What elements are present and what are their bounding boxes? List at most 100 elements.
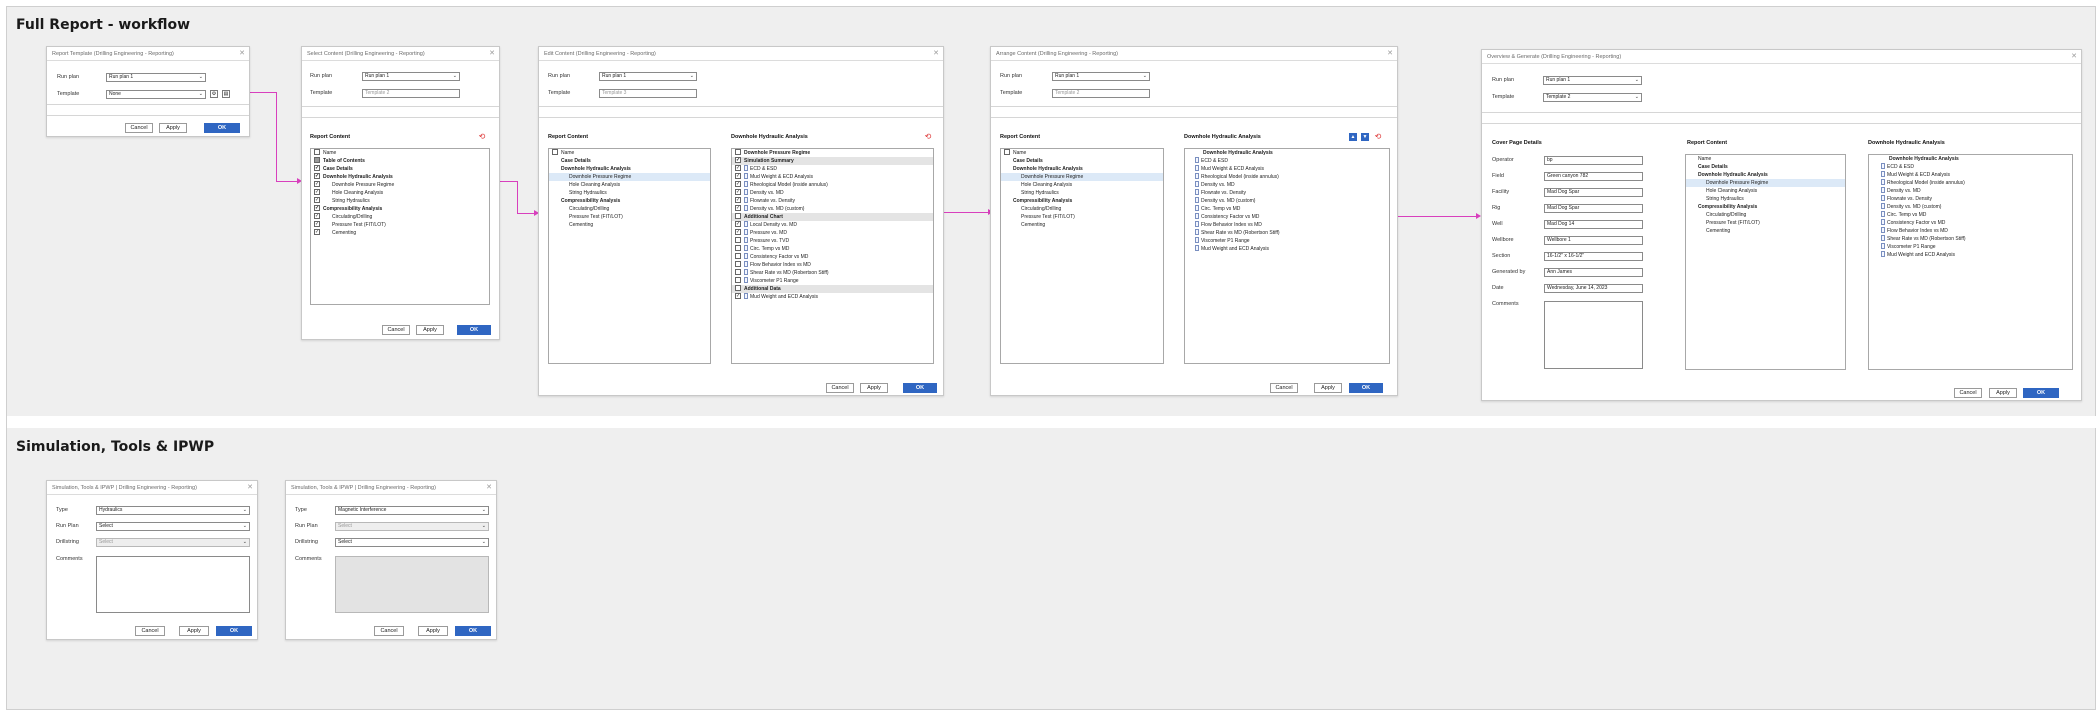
close-icon[interactable]: ✕ <box>489 49 495 59</box>
list-item[interactable]: Local Density vs. MD <box>732 221 933 229</box>
cancel-button[interactable]: Cancel <box>826 383 854 393</box>
list-item[interactable]: Pressure vs. TVD <box>732 237 933 245</box>
tree-item[interactable]: Cementing <box>1686 227 1845 235</box>
reset-icon[interactable]: ⟲ <box>924 133 932 141</box>
checkbox[interactable] <box>735 229 741 236</box>
template-input[interactable]: Template 3 <box>599 89 697 98</box>
list-item[interactable]: Flow Behavior Index vs MD <box>732 261 933 269</box>
tree-item-selected[interactable]: Downhole Pressure Regime <box>1686 179 1845 187</box>
checkbox[interactable] <box>314 213 320 220</box>
ok-button[interactable]: OK <box>903 383 937 393</box>
drillstring-select[interactable]: Select ⌄ <box>335 538 489 547</box>
checkbox[interactable] <box>314 221 320 228</box>
template-input[interactable]: Template 2 <box>1052 89 1150 98</box>
tree-item[interactable]: Compressibility Analysis <box>1001 197 1163 205</box>
list-item[interactable]: Mud Weight & ECD Analysis <box>732 173 933 181</box>
checkbox[interactable] <box>735 285 741 292</box>
list-item[interactable]: Flow Behavior Index vs MD <box>1869 227 2072 235</box>
checkbox[interactable] <box>735 149 741 156</box>
tree-item[interactable]: Hole Cleaning Analysis <box>311 189 489 197</box>
apply-button[interactable]: Apply <box>179 626 209 636</box>
checkbox[interactable] <box>314 165 320 172</box>
tree-item[interactable]: Pressure Test (FIT/LOT) <box>1001 213 1163 221</box>
list-item[interactable]: Circ. Temp vs MD <box>732 245 933 253</box>
checkbox[interactable] <box>735 197 741 204</box>
checkbox[interactable] <box>735 189 741 196</box>
list-item[interactable]: Viscometer P1 Range <box>1185 237 1389 245</box>
list-item[interactable]: Rheological Model (inside annulus) <box>732 181 933 189</box>
close-icon[interactable]: ✕ <box>933 49 939 59</box>
tree-item[interactable]: Case Details <box>1001 157 1163 165</box>
list-item[interactable]: Flowrate vs. Density <box>1869 195 2072 203</box>
run-plan-select[interactable]: Run plan 1 ⌄ <box>362 72 460 81</box>
tree-item[interactable]: Circulating/Drilling <box>549 205 710 213</box>
move-down-icon[interactable]: ▼ <box>1361 133 1369 141</box>
reset-icon[interactable]: ⟲ <box>478 133 486 141</box>
tree-item[interactable]: Hole Cleaning Analysis <box>1001 181 1163 189</box>
reset-icon[interactable]: ⟲ <box>1374 133 1382 141</box>
tree-item[interactable]: String Hydraulics <box>311 197 489 205</box>
close-icon[interactable]: ✕ <box>1387 49 1393 59</box>
list-item[interactable]: Density vs. MD <box>1869 187 2072 195</box>
close-icon[interactable]: ✕ <box>247 483 253 493</box>
tree-item[interactable]: Compressibility Analysis <box>1686 203 1845 211</box>
ok-button[interactable]: OK <box>2023 388 2059 398</box>
tree-item[interactable]: Hole Cleaning Analysis <box>549 181 710 189</box>
type-select[interactable]: Hydraulics ⌄ <box>96 506 250 515</box>
checkbox[interactable] <box>735 261 741 268</box>
apply-button[interactable]: Apply <box>159 123 187 133</box>
cover-input[interactable]: Ann James <box>1544 268 1643 277</box>
tree-item[interactable]: Case Details <box>549 157 710 165</box>
checkbox[interactable] <box>735 181 741 188</box>
run-plan-select[interactable]: Run plan 1 ⌄ <box>1543 76 1642 85</box>
tree-item[interactable]: Circulating/Drilling <box>1001 205 1163 213</box>
ok-button[interactable]: OK <box>1349 383 1383 393</box>
list-item[interactable]: Flow Behavior Index vs MD <box>1185 221 1389 229</box>
tree-item[interactable]: Pressure Test (FIT/LOT) <box>1686 219 1845 227</box>
apply-button[interactable]: Apply <box>860 383 888 393</box>
cancel-button[interactable]: Cancel <box>1954 388 1982 398</box>
checkbox[interactable] <box>314 181 320 188</box>
template-select[interactable]: Template 2 ⌄ <box>1543 93 1642 102</box>
cover-input[interactable]: bp <box>1544 156 1643 165</box>
list-item[interactable]: ECD & ESD <box>1185 157 1389 165</box>
tree-item[interactable]: String Hydraulics <box>1686 195 1845 203</box>
tree-item[interactable]: Circulating/Drilling <box>311 213 489 221</box>
list-item[interactable]: Consistency Factor vs MD <box>1185 213 1389 221</box>
list-item[interactable]: Density vs. MD (custom) <box>1869 203 2072 211</box>
close-icon[interactable]: ✕ <box>2071 52 2077 62</box>
list-item[interactable]: Shear Rate vs MD (Robertson Stiff) <box>732 269 933 277</box>
list-item[interactable]: Circ. Temp vs MD <box>1869 211 2072 219</box>
apply-button[interactable]: Apply <box>1989 388 2017 398</box>
run-plan-select[interactable]: Run plan 1 ⌄ <box>1052 72 1150 81</box>
cancel-button[interactable]: Cancel <box>1270 383 1298 393</box>
cover-input[interactable]: Mad Dog Spar <box>1544 188 1643 197</box>
tree-item[interactable]: Pressure Test (FIT/LOT) <box>549 213 710 221</box>
close-icon[interactable]: ✕ <box>486 483 492 493</box>
close-icon[interactable]: ✕ <box>239 49 245 59</box>
list-item[interactable]: Consistency Factor vs MD <box>1869 219 2072 227</box>
checkbox[interactable] <box>735 165 741 172</box>
comments-textarea[interactable] <box>1544 301 1643 369</box>
run-plan-select[interactable]: Run plan 1 ⌄ <box>106 73 206 82</box>
list-item[interactable]: Rheological Model (inside annulus) <box>1869 179 2072 187</box>
list-item[interactable]: Viscometer P1 Range <box>732 277 933 285</box>
checkbox[interactable] <box>735 157 741 164</box>
edit-template-icon[interactable]: ▤ <box>222 90 230 98</box>
checkbox[interactable] <box>735 173 741 180</box>
comments-textarea[interactable] <box>335 556 489 613</box>
list-item[interactable]: Consistency Factor vs MD <box>732 253 933 261</box>
cover-input[interactable]: Mad Dog 14 <box>1544 220 1643 229</box>
list-item[interactable]: Density vs. MD <box>732 189 933 197</box>
tree-item[interactable]: Pressure Test (FIT/LOT) <box>311 221 489 229</box>
checkbox[interactable] <box>552 149 558 156</box>
list-item[interactable]: ECD & ESD <box>732 165 933 173</box>
checkbox[interactable] <box>314 149 320 156</box>
cover-input[interactable]: 16-1/2" x 16-1/2" <box>1544 252 1643 261</box>
apply-button[interactable]: Apply <box>418 626 448 636</box>
tree-item[interactable]: Table of Contents <box>311 157 489 165</box>
list-item[interactable]: Mud Weight & ECD Analysis <box>1869 171 2072 179</box>
list-item[interactable]: Flowrate vs. Density <box>1185 189 1389 197</box>
checkbox[interactable] <box>735 269 741 276</box>
tree-item[interactable]: Downhole Hydraulic Analysis <box>311 173 489 181</box>
